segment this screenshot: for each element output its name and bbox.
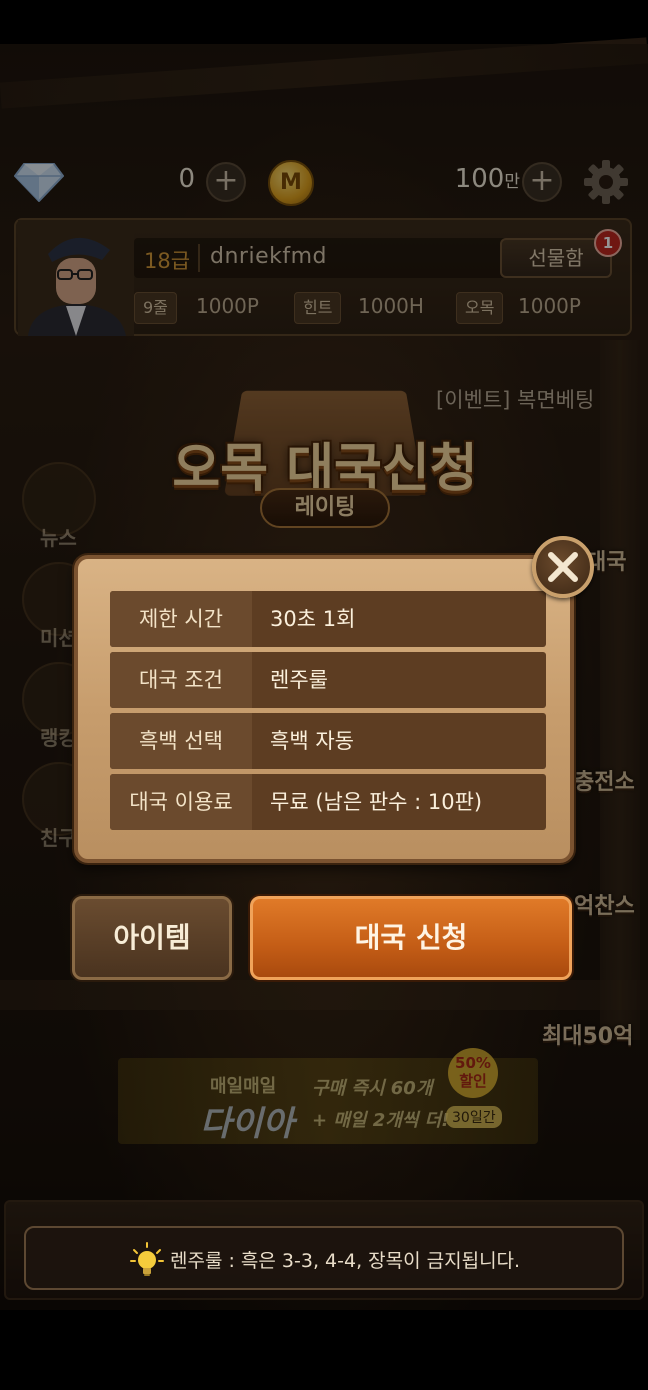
close-button[interactable] [532,536,594,598]
tip-bar: 렌주룰 : 흑은 3-3, 4-4, 장목이 금지됩니다. [24,1226,624,1290]
info-value: 렌주룰 [270,668,328,692]
item-button[interactable]: 아이템 [72,896,232,980]
tip-text: 렌주룰 : 흑은 3-3, 4-4, 장목이 금지됩니다. [170,1250,521,1272]
nav-bar-spacer [0,1310,648,1390]
lightbulb-icon [130,1242,164,1276]
info-key: 흑백 선택 [110,713,252,769]
info-value: 무료 (남은 판수 : 10판) [270,790,483,814]
match-info-table: 제한 시간 30초 1회 대국 조건 렌주룰 흑백 선택 흑백 자동 대국 이용… [110,591,546,835]
info-row-time-limit: 제한 시간 30초 1회 [110,591,546,647]
info-row-color-select: 흑백 선택 흑백 자동 [110,713,546,769]
info-key: 제한 시간 [110,591,252,647]
info-key: 대국 조건 [110,652,252,708]
apply-match-button[interactable]: 대국 신청 [250,896,572,980]
info-value: 흑백 자동 [270,729,354,753]
game-screen: 0 + M 100만 + 18급 dnriekfmd 선물함 1 9줄 1000… [0,0,648,1390]
info-key: 대국 이용료 [110,774,252,830]
info-row-fee: 대국 이용료 무료 (남은 판수 : 10판) [110,774,546,830]
close-icon [548,552,578,582]
info-row-rule: 대국 조건 렌주룰 [110,652,546,708]
status-bar [0,0,648,44]
match-info-dialog: 제한 시간 30초 1회 대국 조건 렌주룰 흑백 선택 흑백 자동 대국 이용… [74,555,574,863]
info-value: 30초 1회 [270,607,356,631]
